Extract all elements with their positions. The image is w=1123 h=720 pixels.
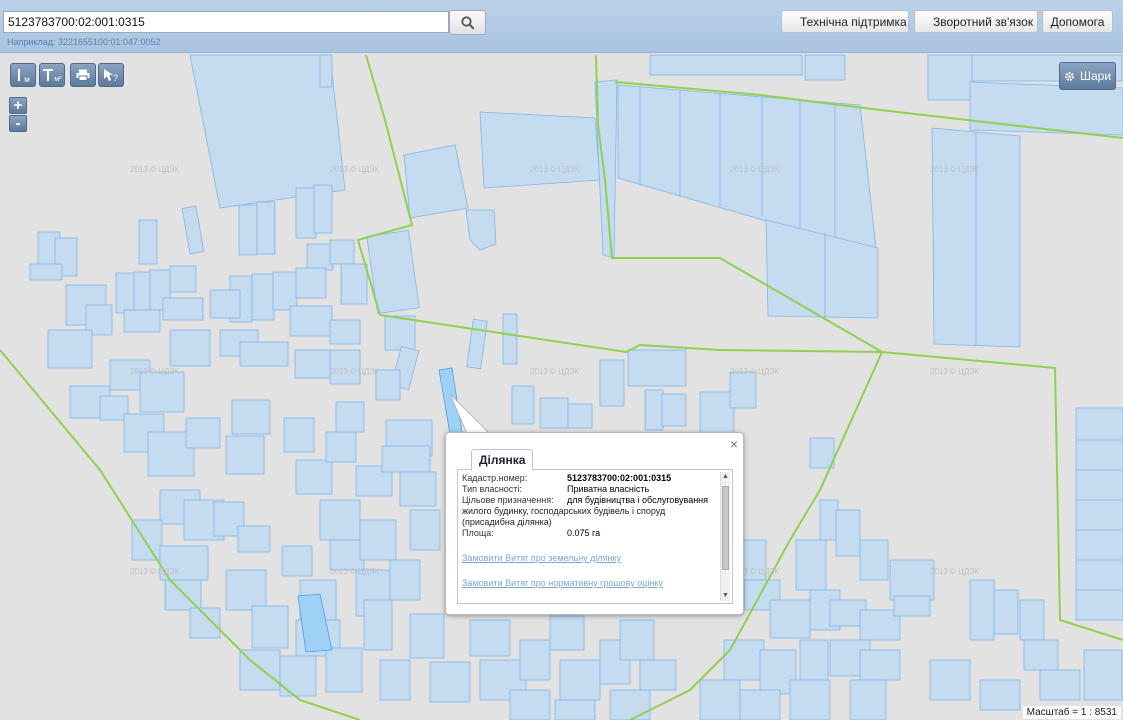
measure-length-unit: м bbox=[24, 74, 30, 84]
print-button[interactable] bbox=[70, 63, 96, 87]
cadastral-value: 5123783700:02:001:0315 bbox=[567, 473, 672, 483]
map-watermark: 2013 © ЦДЗК bbox=[730, 367, 779, 376]
map-watermark: 2013 © ЦДЗК bbox=[130, 567, 179, 576]
order-land-extract-link[interactable]: Замовити Витяг про земельну ділянку bbox=[462, 553, 719, 564]
gear-icon bbox=[1065, 71, 1074, 81]
feedback-label: Зворотний зв'язок bbox=[933, 14, 1034, 29]
ruler-icon bbox=[18, 69, 21, 81]
map-canvas[interactable]: 2013 © ЦДЗК 2013 © ЦДЗК 2013 © ЦДЗК 2013… bbox=[0, 52, 1123, 720]
purpose-value-line1: для будівництва і обслуговування bbox=[567, 495, 709, 505]
svg-text:?: ? bbox=[113, 73, 118, 82]
parcel-info-popup: × Ділянка Кадастр.номер: 5123783700:02:0… bbox=[445, 432, 744, 615]
scroll-up-arrow-icon[interactable]: ▲ bbox=[721, 472, 730, 482]
map-watermark: 2013 © ЦДЗК bbox=[930, 567, 979, 576]
ownership-row: Тип власності: Приватна власність bbox=[462, 484, 719, 495]
help-label: Допомога bbox=[1050, 14, 1105, 29]
ownership-label: Тип власності: bbox=[462, 484, 522, 494]
scroll-thumb[interactable] bbox=[722, 486, 729, 570]
area-value: 0.075 га bbox=[567, 528, 601, 538]
area-row: Площа: 0.075 га bbox=[462, 528, 719, 539]
measure-area-button[interactable]: м² bbox=[39, 63, 65, 87]
search-button[interactable] bbox=[449, 10, 486, 35]
search-icon bbox=[460, 15, 475, 30]
ownership-value: Приватна власність bbox=[567, 484, 650, 494]
top-toolbar: Наприклад: 3221655100:01:047:0052 Техніч… bbox=[0, 0, 1123, 53]
map-watermark: 2013 © ЦДЗК bbox=[930, 367, 979, 376]
map-watermark: 2013 © ЦДЗК bbox=[730, 165, 779, 174]
map-watermark: 2013 © ЦДЗК bbox=[930, 165, 979, 174]
cadastral-search-input[interactable] bbox=[3, 11, 449, 33]
area-ruler-icon bbox=[43, 69, 54, 81]
scroll-down-arrow-icon[interactable]: ▼ bbox=[721, 591, 730, 601]
popup-content: Кадастр.номер: 5123783700:02:001:0315 Ти… bbox=[457, 469, 733, 604]
info-query-button[interactable]: ? bbox=[98, 63, 124, 87]
feedback-button[interactable]: Зворотний зв'язок bbox=[914, 10, 1038, 33]
measure-area-unit: м² bbox=[54, 75, 62, 83]
area-label: Площа: bbox=[462, 528, 494, 538]
tab-parcel[interactable]: Ділянка bbox=[471, 449, 534, 471]
purpose-label: Цільове призначення: bbox=[462, 495, 554, 505]
popup-scrollbar[interactable]: ▲ ▼ bbox=[720, 472, 730, 601]
map-watermark: 2013 © ЦДЗК bbox=[330, 367, 379, 376]
layers-button[interactable]: Шари bbox=[1059, 62, 1116, 90]
map-scale: Масштаб = 1 : 8531 bbox=[1022, 706, 1121, 719]
zoom-in-button[interactable]: + bbox=[9, 97, 27, 114]
map-watermark: 2013 © ЦДЗК bbox=[530, 367, 579, 376]
info-query-icon: ? bbox=[104, 69, 118, 82]
map-watermark: 2013 © ЦДЗК bbox=[330, 165, 379, 174]
cadastral-map[interactable]: 2013 © ЦДЗК 2013 © ЦДЗК 2013 © ЦДЗК 2013… bbox=[0, 52, 1123, 720]
map-watermark: 2013 © ЦДЗК bbox=[130, 165, 179, 174]
layers-label: Шари bbox=[1079, 69, 1112, 83]
map-watermark: 2013 © ЦДЗК bbox=[530, 165, 579, 174]
cadastral-row: Кадастр.номер: 5123783700:02:001:0315 bbox=[462, 473, 719, 484]
help-button[interactable]: Допомога bbox=[1042, 10, 1113, 33]
tech-support-label: Технічна підтримка bbox=[800, 14, 907, 29]
print-icon bbox=[76, 69, 90, 81]
cadastral-label: Кадастр.номер: bbox=[462, 473, 528, 483]
purpose-value-continued: жилого будинку, господарських будівель і… bbox=[462, 506, 666, 527]
search-example-hint: Наприклад: 3221655100:01:047:0052 bbox=[7, 37, 161, 47]
popup-scroll-area[interactable]: Кадастр.номер: 5123783700:02:001:0315 Ти… bbox=[462, 473, 719, 601]
close-icon[interactable]: × bbox=[730, 436, 738, 452]
zoom-out-button[interactable]: - bbox=[9, 115, 27, 132]
measure-length-button[interactable]: м bbox=[10, 63, 36, 87]
map-watermark: 2013 © ЦДЗК bbox=[130, 367, 179, 376]
order-valuation-extract-link[interactable]: Замовити Витяг про нормативну грошову оц… bbox=[462, 578, 719, 589]
tech-support-button[interactable]: Технічна підтримка bbox=[781, 10, 909, 33]
purpose-row: Цільове призначення: для будівництва і о… bbox=[462, 495, 719, 506]
map-watermark: 2013 © ЦДЗК bbox=[330, 567, 379, 576]
